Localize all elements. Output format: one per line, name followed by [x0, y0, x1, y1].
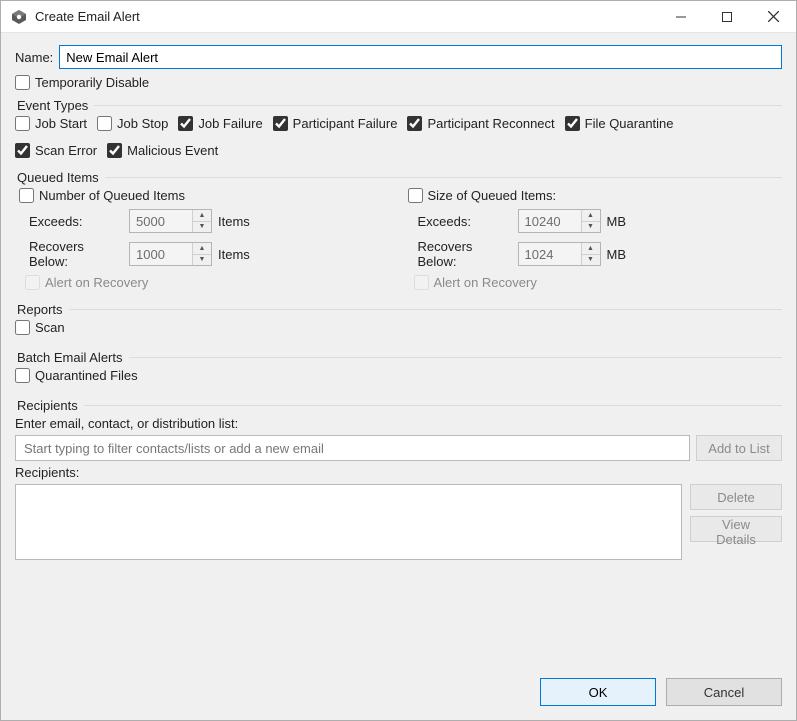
spin-down-icon[interactable]: ▼ — [193, 254, 211, 266]
recipients-input[interactable] — [15, 435, 690, 461]
close-button[interactable] — [750, 1, 796, 32]
queued-number-checkbox[interactable]: Number of Queued Items — [15, 188, 391, 203]
queued-number-recovers-spinner[interactable]: ▲▼ — [129, 242, 212, 266]
queued-items-title: Queued Items — [15, 170, 105, 185]
event-type-scan-error[interactable]: Scan Error — [15, 143, 97, 158]
queued-size-recovers-unit: MB — [607, 247, 651, 262]
maximize-button[interactable] — [704, 1, 750, 32]
queued-number-column: Number of Queued Items Exceeds: ▲▼ Items… — [15, 188, 394, 290]
batch-title: Batch Email Alerts — [15, 350, 129, 365]
app-icon — [11, 9, 27, 25]
queued-size-column: Size of Queued Items: Exceeds: ▲▼ MB Rec… — [404, 188, 783, 290]
cancel-button[interactable]: Cancel — [666, 678, 782, 706]
delete-button[interactable]: Delete — [690, 484, 782, 510]
queued-number-recovers-input[interactable] — [130, 243, 192, 265]
recipients-list-label: Recipients: — [15, 465, 782, 480]
spin-down-icon[interactable]: ▼ — [582, 254, 600, 266]
titlebar: Create Email Alert — [1, 1, 796, 33]
view-details-button[interactable]: View Details — [690, 516, 782, 542]
reports-scan-checkbox[interactable]: Scan — [15, 320, 65, 335]
minimize-button[interactable] — [658, 1, 704, 32]
event-types-title: Event Types — [15, 98, 94, 113]
window-title: Create Email Alert — [35, 9, 140, 24]
event-types-grid: Job Start Job Stop Job Failure Participa… — [15, 116, 782, 158]
event-type-job-stop[interactable]: Job Stop — [97, 116, 168, 131]
name-input[interactable] — [59, 45, 782, 69]
queued-size-alert-recovery-checkbox: Alert on Recovery — [404, 275, 780, 290]
reports-title: Reports — [15, 302, 69, 317]
recipients-enter-label: Enter email, contact, or distribution li… — [15, 416, 782, 431]
recipients-section: Recipients Enter email, contact, or dist… — [15, 398, 782, 662]
temporarily-disable-checkbox[interactable]: Temporarily Disable — [15, 75, 779, 90]
queued-size-exceeds-spinner[interactable]: ▲▼ — [518, 209, 601, 233]
batch-email-alerts-section: Batch Email Alerts Quarantined Files — [15, 350, 782, 390]
queued-items-section: Queued Items Number of Queued Items Exce… — [15, 170, 782, 294]
recipients-title: Recipients — [15, 398, 84, 413]
queued-number-exceeds-label: Exceeds: — [15, 214, 123, 229]
name-label: Name: — [15, 50, 53, 65]
event-type-job-start[interactable]: Job Start — [15, 116, 87, 131]
dialog-footer: OK Cancel — [1, 670, 796, 720]
name-row: Name: — [15, 45, 782, 69]
spin-down-icon[interactable]: ▼ — [582, 221, 600, 233]
event-type-job-failure[interactable]: Job Failure — [178, 116, 262, 131]
queued-size-recovers-spinner[interactable]: ▲▼ — [518, 242, 601, 266]
add-to-list-button[interactable]: Add to List — [696, 435, 782, 461]
reports-section: Reports Scan — [15, 302, 782, 342]
temporarily-disable-label: Temporarily Disable — [35, 75, 149, 90]
spin-up-icon[interactable]: ▲ — [193, 210, 211, 221]
event-type-participant-failure[interactable]: Participant Failure — [273, 116, 398, 131]
queued-number-recovers-unit: Items — [218, 247, 262, 262]
queued-size-checkbox[interactable]: Size of Queued Items: — [404, 188, 780, 203]
queued-number-alert-recovery-checkbox: Alert on Recovery — [15, 275, 391, 290]
queued-size-exceeds-label: Exceeds: — [404, 214, 512, 229]
queued-size-recovers-input[interactable] — [519, 243, 581, 265]
queued-number-exceeds-input[interactable] — [130, 210, 192, 232]
event-type-participant-reconnect[interactable]: Participant Reconnect — [407, 116, 554, 131]
queued-size-exceeds-unit: MB — [607, 214, 651, 229]
event-type-malicious-event[interactable]: Malicious Event — [107, 143, 218, 158]
queued-number-recovers-label: Recovers Below: — [15, 239, 123, 269]
recipients-listbox[interactable] — [15, 484, 682, 560]
queued-size-exceeds-input[interactable] — [519, 210, 581, 232]
queued-size-recovers-label: Recovers Below: — [404, 239, 512, 269]
dialog-window: Create Email Alert Name: Temporarily Dis… — [0, 0, 797, 721]
queued-number-exceeds-unit: Items — [218, 214, 262, 229]
event-type-file-quarantine[interactable]: File Quarantine — [565, 116, 674, 131]
dialog-content: Name: Temporarily Disable Event Types Jo… — [1, 33, 796, 670]
event-types-section: Event Types Job Start Job Stop Job Failu… — [15, 98, 782, 162]
spin-down-icon[interactable]: ▼ — [193, 221, 211, 233]
spin-up-icon[interactable]: ▲ — [582, 243, 600, 254]
batch-quarantined-checkbox[interactable]: Quarantined Files — [15, 368, 138, 383]
temporarily-disable-input[interactable] — [15, 75, 30, 90]
spin-up-icon[interactable]: ▲ — [193, 243, 211, 254]
spin-up-icon[interactable]: ▲ — [582, 210, 600, 221]
ok-button[interactable]: OK — [540, 678, 656, 706]
queued-number-exceeds-spinner[interactable]: ▲▼ — [129, 209, 212, 233]
